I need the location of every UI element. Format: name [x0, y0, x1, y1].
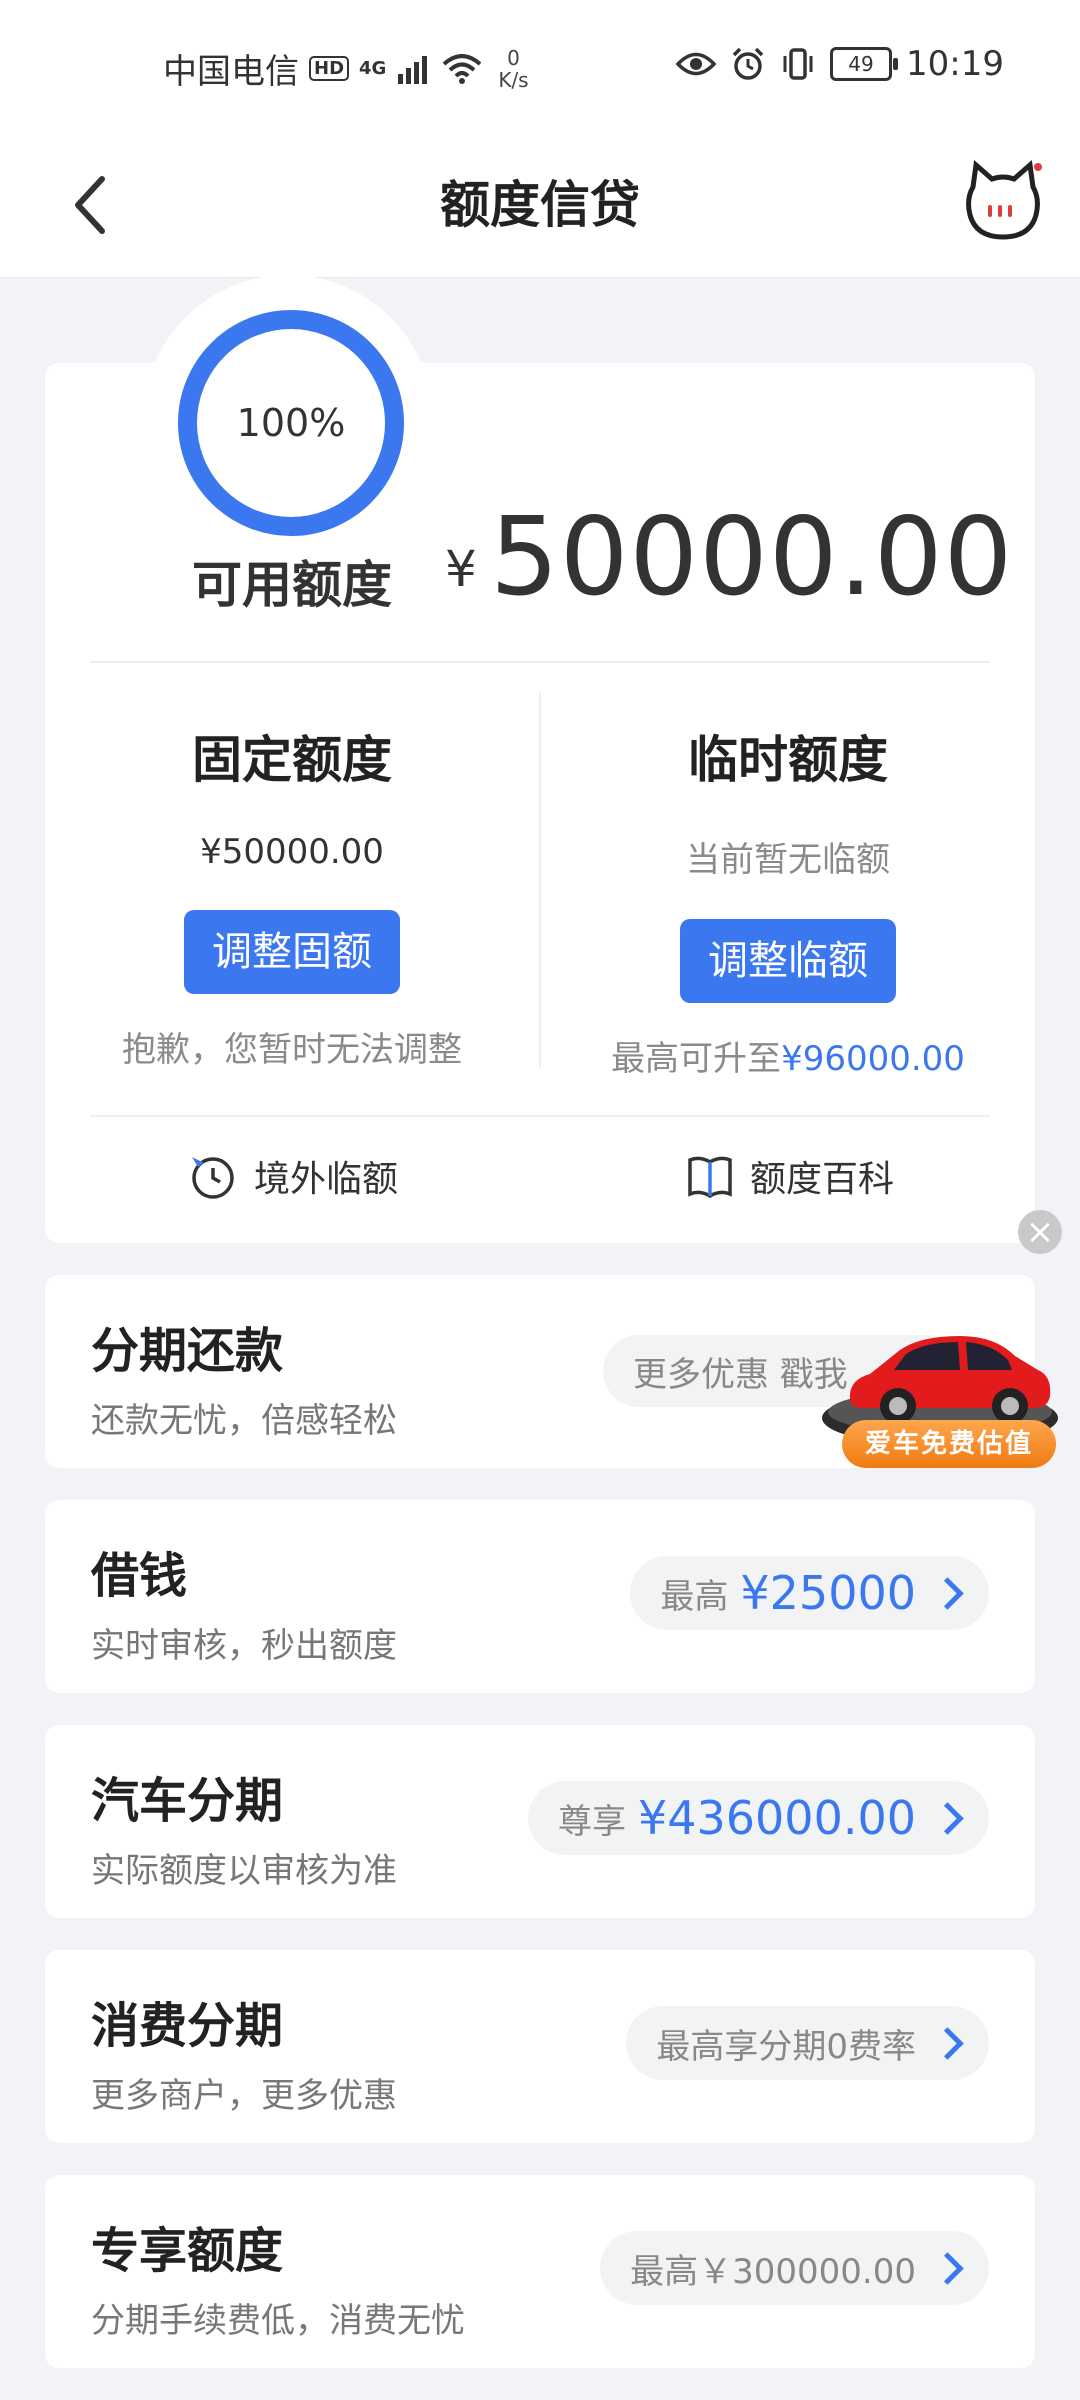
adjust-fixed-button[interactable]: 调整固额	[184, 910, 400, 994]
credit-wiki-label: 额度百科	[750, 1159, 895, 1200]
hd-badge: HD	[309, 56, 350, 81]
row-title: 汽车分期	[91, 1773, 284, 1829]
usage-percent: 100%	[236, 401, 346, 445]
available-label: 可用额度	[192, 556, 392, 614]
row-subtitle: 更多商户，更多优惠	[91, 2076, 397, 2116]
battery-indicator: 49	[830, 47, 899, 81]
divider	[90, 661, 990, 663]
fixed-limit-value: ¥50000.00	[200, 832, 384, 872]
speed-unit: K/s	[498, 67, 529, 92]
temporary-limit-value: 当前暂无临额	[686, 840, 890, 880]
product-row-car-loan[interactable]: 汽车分期 实际额度以审核为准 尊享 ¥436000.00	[45, 1725, 1035, 1918]
chevron-right-icon	[931, 1576, 964, 1610]
pill-text: 更多优惠 戳我	[633, 1354, 848, 1395]
eye-icon	[676, 52, 717, 76]
chevron-right-icon	[931, 1801, 964, 1835]
amount-pill[interactable]: 尊享 ¥436000.00	[527, 1781, 989, 1855]
pill-text: 最高享分期0费率	[656, 2026, 916, 2067]
ad-label[interactable]: 爱车免费估值	[842, 1420, 1056, 1468]
row-title: 专享额度	[91, 2223, 284, 2279]
vibrate-icon	[783, 48, 813, 80]
pill-amount: ¥436000.00	[637, 1791, 916, 1845]
promo-pill[interactable]: 最高享分期0费率	[626, 2006, 989, 2080]
clock-plane-icon	[192, 1157, 234, 1199]
customer-service-button[interactable]	[958, 157, 1048, 247]
page-title: 额度信贷	[440, 176, 640, 234]
overseas-limit-link[interactable]: 境外临额	[188, 1150, 398, 1202]
fixed-limit-note: 抱歉，您暂时无法调整	[122, 1030, 462, 1070]
usage-ring: 100%	[178, 310, 404, 536]
pill-text: 最高￥300000.00	[630, 2251, 916, 2292]
pill-text: 最高	[660, 1576, 729, 1617]
wifi-icon	[443, 53, 482, 84]
currency-symbol: ¥	[445, 540, 477, 598]
chevron-right-icon	[931, 2251, 964, 2285]
pill-text: 尊享	[557, 1801, 626, 1842]
status-left: 中国电信 HD 4G 0 K/s	[163, 44, 529, 93]
amount-pill[interactable]: 最高 ¥25000	[630, 1556, 989, 1630]
available-amount: 50000.00	[490, 495, 1014, 620]
temporary-limit-title: 临时额度	[688, 731, 888, 789]
adjust-temporary-button[interactable]: 调整临额	[680, 919, 896, 1003]
app-header: 额度信贷	[0, 135, 1080, 278]
network-speed: 0 K/s	[498, 47, 528, 91]
temporary-note-prefix: 最高可升至	[611, 1039, 782, 1079]
carrier-name: 中国电信	[163, 52, 299, 92]
network-type: 4G	[359, 58, 387, 79]
temporary-limit-note: 最高可升至¥96000.00	[558, 1031, 1018, 1080]
row-title: 消费分期	[91, 1998, 284, 2054]
row-subtitle: 分期手续费低，消费无忧	[91, 2301, 465, 2341]
row-subtitle: 实际额度以审核为准	[91, 1851, 397, 1891]
signal-icon	[398, 55, 428, 84]
overseas-limit-label: 境外临额	[254, 1159, 399, 1200]
clock: 10:19	[906, 44, 1004, 84]
row-title: 借钱	[91, 1548, 188, 1604]
chevron-right-icon	[931, 2026, 964, 2060]
fixed-limit-title: 固定额度	[192, 731, 392, 789]
status-bar: 中国电信 HD 4G 0 K/s 49 10:19	[0, 0, 1080, 135]
fixed-limit-section: 固定额度 ¥50000.00 调整固额 抱歉，您暂时无法调整	[62, 720, 522, 1071]
alarm-icon	[732, 47, 764, 80]
row-subtitle: 实时审核，秒出额度	[91, 1626, 397, 1666]
temporary-limit-section: 临时额度 当前暂无临额 调整临额 最高可升至¥96000.00	[558, 720, 1018, 1080]
divider	[90, 1115, 990, 1117]
temporary-note-amount: ¥96000.00	[781, 1039, 965, 1079]
product-row-consumer-installment[interactable]: 消费分期 更多商户，更多优惠 最高享分期0费率	[45, 1950, 1035, 2143]
product-row-borrow[interactable]: 借钱 实时审核，秒出额度 最高 ¥25000	[45, 1500, 1035, 1693]
column-divider	[539, 692, 541, 1068]
row-title: 分期还款	[91, 1323, 284, 1379]
amount-pill[interactable]: 最高￥300000.00	[600, 2231, 989, 2305]
pill-amount: ¥25000	[740, 1566, 916, 1620]
product-row-exclusive-limit[interactable]: 专享额度 分期手续费低，消费无忧 最高￥300000.00	[45, 2175, 1035, 2368]
cat-mascot-icon	[966, 160, 1042, 240]
row-subtitle: 还款无忧，倍感轻松	[91, 1401, 397, 1441]
status-right: 49 10:19	[676, 44, 1004, 84]
book-icon	[688, 1156, 732, 1199]
ad-close-button[interactable]: ×	[1018, 1210, 1062, 1254]
speed-value: 0	[507, 45, 520, 70]
credit-wiki-link[interactable]: 额度百科	[686, 1150, 894, 1202]
